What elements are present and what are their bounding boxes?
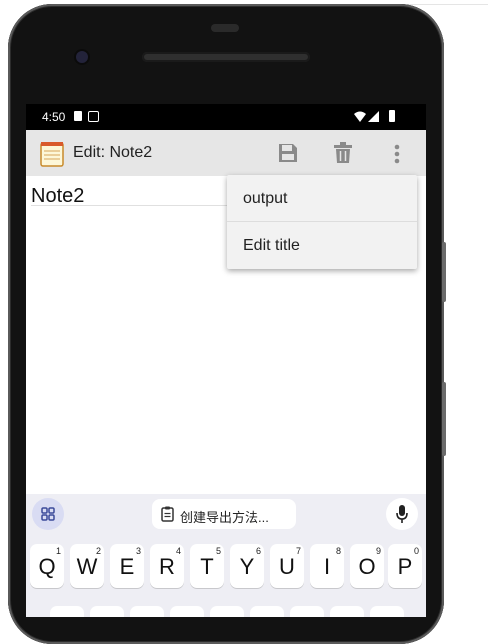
key-f[interactable]: F — [170, 606, 204, 617]
key-y[interactable]: Y6 — [230, 544, 264, 588]
key-a[interactable]: A — [50, 606, 84, 617]
key-u[interactable]: U7 — [270, 544, 304, 588]
soft-keyboard: 创建导出方法... Q1 W2 E3 R4 T5 Y6 U7 I8 O9 P0 … — [26, 494, 426, 617]
status-time: 4:50 — [42, 110, 66, 124]
key-j[interactable]: J — [290, 606, 324, 617]
overflow-menu: output Edit title — [227, 175, 417, 269]
screenshot-icon — [88, 111, 99, 122]
suggestion-text: 创建导出方法... — [180, 510, 269, 525]
clipboard-icon — [161, 506, 174, 522]
save-icon[interactable] — [277, 142, 299, 164]
earpiece-slot — [211, 24, 239, 32]
key-e[interactable]: E3 — [110, 544, 144, 588]
key-r[interactable]: R4 — [150, 544, 184, 588]
front-camera — [76, 51, 88, 63]
delete-icon[interactable] — [333, 142, 353, 164]
notepad-app-icon — [40, 142, 64, 167]
speaker-grille — [142, 52, 310, 62]
note-line — [31, 205, 231, 206]
menu-item-edit-title[interactable]: Edit title — [227, 222, 417, 268]
key-i[interactable]: I8 — [310, 544, 344, 588]
key-o[interactable]: O9 — [350, 544, 384, 588]
key-t[interactable]: T5 — [190, 544, 224, 588]
voice-input-button[interactable] — [386, 498, 418, 530]
key-q[interactable]: Q1 — [30, 544, 64, 588]
key-h[interactable]: H — [250, 606, 284, 617]
menu-item-output[interactable]: output — [227, 175, 417, 221]
sd-card-icon — [74, 111, 82, 121]
key-p[interactable]: P0 — [388, 544, 422, 588]
wifi-icon — [354, 111, 366, 122]
app-bar: Edit: Note2 — [26, 130, 426, 176]
app-bar-title: Edit: Note2 — [73, 144, 153, 161]
menu-item-label: output — [243, 190, 288, 207]
signal-icon — [368, 111, 379, 122]
keyboard-apps-button[interactable] — [32, 498, 64, 530]
key-w[interactable]: W2 — [70, 544, 104, 588]
microphone-icon — [396, 505, 408, 523]
desktop-background — [440, 0, 488, 617]
key-k[interactable]: K — [330, 606, 364, 617]
key-s[interactable]: S — [90, 606, 124, 617]
key-l[interactable]: L — [370, 606, 404, 617]
key-g[interactable]: G — [210, 606, 244, 617]
more-vert-icon[interactable] — [394, 144, 400, 164]
status-bar: 4:50 — [26, 104, 426, 130]
key-d[interactable]: D — [130, 606, 164, 617]
clipboard-suggestion-chip[interactable]: 创建导出方法... — [152, 499, 296, 529]
volume-button[interactable] — [442, 382, 446, 456]
grid-icon — [41, 507, 55, 521]
menu-item-label: Edit title — [243, 237, 300, 254]
power-button[interactable] — [442, 242, 446, 302]
phone-screen: 4:50 Edit: Note2 Note2 output Edit title… — [26, 104, 426, 617]
battery-icon — [389, 110, 395, 122]
